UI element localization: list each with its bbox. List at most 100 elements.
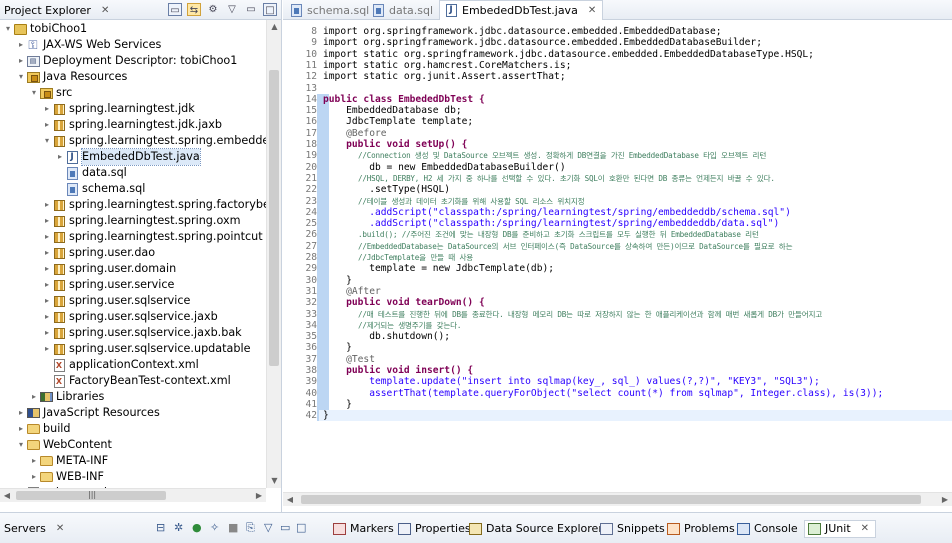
tree-item[interactable]: X FactoryBeanTest-context.xml bbox=[42, 373, 231, 389]
tree-item[interactable]: ▸ ⚿ JAX-WS Web Services bbox=[16, 37, 161, 53]
tree-item[interactable]: ▾ spring.learningtest.spring.embeddeddb bbox=[42, 133, 266, 149]
tab-console[interactable]: Console bbox=[737, 520, 798, 538]
tree-item[interactable]: ▸ spring.user.service bbox=[42, 277, 174, 293]
start-server-icon[interactable]: ● bbox=[192, 521, 202, 534]
expand-right-icon[interactable]: ▸ bbox=[42, 117, 52, 133]
close-icon[interactable]: ✕ bbox=[588, 1, 596, 20]
tab-data-source-explorer[interactable]: Data Source Explorer bbox=[469, 520, 603, 538]
maximize-icon[interactable]: □ bbox=[263, 3, 277, 16]
view-menu-icon[interactable]: ▽ bbox=[264, 521, 272, 534]
tree-item[interactable]: ▸ ▤ Deployment Descriptor: tobiChoo1 bbox=[16, 53, 237, 69]
expand-right-icon[interactable]: ▸ bbox=[42, 101, 52, 117]
tree-horizontal-scrollbar[interactable]: ◀ ||| ▶ bbox=[0, 488, 266, 502]
expand-right-icon[interactable]: ▸ bbox=[42, 245, 52, 261]
expand-down-icon[interactable]: ▾ bbox=[3, 21, 13, 37]
tab-markers[interactable]: Markers bbox=[333, 520, 394, 538]
tree-item[interactable]: data.sql bbox=[55, 165, 127, 181]
scroll-down-icon[interactable]: ▼ bbox=[267, 474, 282, 488]
tree-item[interactable]: ▸ spring.learningtest.spring.factorybean bbox=[42, 197, 266, 213]
stop-server-icon[interactable]: ■ bbox=[228, 521, 238, 534]
tree-item[interactable]: ▸ spring.user.dao bbox=[42, 245, 155, 261]
tab-snippets[interactable]: Snippets bbox=[600, 520, 665, 538]
code-editor[interactable]: 8 import org.springframework.jdbc.datasou… bbox=[283, 20, 952, 492]
tree-item[interactable]: ▸ spring.user.sqlservice.jaxb.bak bbox=[42, 325, 242, 341]
filter-icon[interactable]: ⚙ bbox=[206, 3, 220, 16]
expand-right-icon[interactable]: ▸ bbox=[42, 293, 52, 309]
tab-servers[interactable]: Servers ✕ bbox=[4, 520, 64, 538]
tree-item[interactable]: ▸ spring.learningtest.jdk bbox=[42, 101, 195, 117]
publish-icon[interactable]: ⎘ bbox=[246, 521, 255, 535]
expand-right-icon[interactable]: ▸ bbox=[42, 229, 52, 245]
link-with-editor-icon[interactable]: ⇆ bbox=[187, 3, 201, 16]
tab-schema-sql[interactable]: schema.sql bbox=[289, 0, 369, 20]
tab-properties[interactable]: Properties bbox=[398, 520, 471, 538]
expand-right-icon[interactable]: ▸ bbox=[55, 149, 65, 165]
tree-item[interactable]: ▾ WebContent bbox=[16, 437, 112, 453]
tree-item[interactable]: ▸ spring.user.sqlservice.updatable bbox=[42, 341, 250, 357]
project-explorer-tab[interactable]: Project Explorer ✕ bbox=[0, 0, 115, 20]
scroll-right-icon[interactable]: ▶ bbox=[938, 493, 952, 507]
scroll-thumb[interactable] bbox=[301, 495, 921, 504]
tab-problems[interactable]: Problems bbox=[667, 520, 735, 538]
close-icon[interactable]: ✕ bbox=[56, 520, 64, 538]
tree-item[interactable]: ▸ META-INF bbox=[29, 453, 108, 469]
minimize-icon[interactable]: ▭ bbox=[244, 3, 258, 16]
profile-server-icon[interactable]: ✧ bbox=[210, 521, 219, 534]
close-icon[interactable]: ✕ bbox=[861, 520, 869, 538]
tree-item[interactable]: ▸ J EmbededDbTest.java bbox=[55, 148, 201, 166]
tree-item[interactable]: ▸ spring.user.sqlservice bbox=[42, 293, 190, 309]
expand-down-icon[interactable]: ▾ bbox=[16, 69, 26, 85]
expand-right-icon[interactable]: ▸ bbox=[42, 213, 52, 229]
expand-right-icon[interactable]: ▸ bbox=[42, 277, 52, 293]
editor-horizontal-scrollbar[interactable]: ◀ ▶ bbox=[283, 492, 952, 506]
tree-item[interactable]: ▸ Libraries bbox=[29, 389, 104, 405]
collapse-all-icon[interactable]: ▭ bbox=[168, 3, 182, 16]
expand-down-icon[interactable]: ▾ bbox=[29, 85, 39, 101]
tab-embededdbtest-java[interactable]: J EmbededDbTest.java ✕ bbox=[439, 0, 604, 20]
scroll-thumb[interactable] bbox=[269, 70, 279, 366]
expand-right-icon[interactable]: ▸ bbox=[42, 325, 52, 341]
tree-vertical-scrollbar[interactable]: ▲ ▼ bbox=[266, 20, 281, 488]
expand-right-icon[interactable]: ▸ bbox=[29, 389, 39, 405]
new-server-icon[interactable]: ⊟ bbox=[156, 521, 165, 534]
expand-right-icon[interactable]: ▸ bbox=[16, 405, 26, 421]
expand-right-icon[interactable]: ▸ bbox=[42, 197, 52, 213]
expand-right-icon[interactable]: ▸ bbox=[29, 469, 39, 485]
expand-down-icon[interactable]: ▾ bbox=[42, 133, 52, 149]
tab-junit[interactable]: JUnit ✕ bbox=[804, 520, 877, 538]
tree-item[interactable]: ▸ spring.learningtest.jdk.jaxb bbox=[42, 117, 222, 133]
tree-item[interactable]: ▾ src bbox=[29, 85, 72, 101]
tree-item[interactable]: ▸ spring.learningtest.spring.pointcut bbox=[42, 229, 263, 245]
expand-right-icon[interactable]: ▸ bbox=[16, 37, 26, 53]
expand-right-icon[interactable]: ▸ bbox=[42, 309, 52, 325]
scroll-up-icon[interactable]: ▲ bbox=[267, 20, 282, 34]
expand-right-icon[interactable]: ▸ bbox=[42, 261, 52, 277]
tree-item[interactable]: ▸ spring.user.domain bbox=[42, 261, 176, 277]
code-line: public void setUp() { bbox=[323, 139, 468, 150]
tree-item[interactable]: ▾ tobiChoo1 bbox=[3, 21, 87, 37]
minimize-icon[interactable]: ▭ bbox=[280, 521, 290, 534]
package-icon bbox=[52, 134, 66, 148]
expand-down-icon[interactable]: ▾ bbox=[16, 437, 26, 453]
package-icon bbox=[52, 278, 66, 292]
maximize-icon[interactable]: □ bbox=[296, 521, 306, 534]
close-icon[interactable]: ✕ bbox=[101, 1, 109, 20]
debug-server-icon[interactable]: ✲ bbox=[174, 521, 183, 534]
tree-item[interactable]: ▸ spring.learningtest.spring.oxm bbox=[42, 213, 241, 229]
tab-data-sql[interactable]: data.sql bbox=[371, 0, 433, 20]
expand-right-icon[interactable]: ▸ bbox=[29, 453, 39, 469]
scroll-right-icon[interactable]: ▶ bbox=[252, 489, 266, 503]
scroll-left-icon[interactable]: ◀ bbox=[283, 493, 297, 507]
expand-right-icon[interactable]: ▸ bbox=[16, 53, 26, 69]
expand-right-icon[interactable]: ▸ bbox=[42, 341, 52, 357]
tree-item[interactable]: XapplicationContext.xml bbox=[42, 357, 199, 373]
scroll-left-icon[interactable]: ◀ bbox=[0, 489, 14, 503]
expand-right-icon[interactable]: ▸ bbox=[16, 421, 26, 437]
tree-item[interactable]: ▸ JavaScript Resources bbox=[16, 405, 160, 421]
tree-item[interactable]: ▸ spring.user.sqlservice.jaxb bbox=[42, 309, 218, 325]
tree-item[interactable]: ▸ WEB-INF bbox=[29, 469, 104, 485]
view-menu-icon[interactable]: ▽ bbox=[225, 3, 239, 16]
tree-item[interactable]: schema.sql bbox=[55, 181, 145, 197]
tree-item[interactable]: ▾ Java Resources bbox=[16, 69, 127, 85]
tree-item[interactable]: ▸ build bbox=[16, 421, 71, 437]
